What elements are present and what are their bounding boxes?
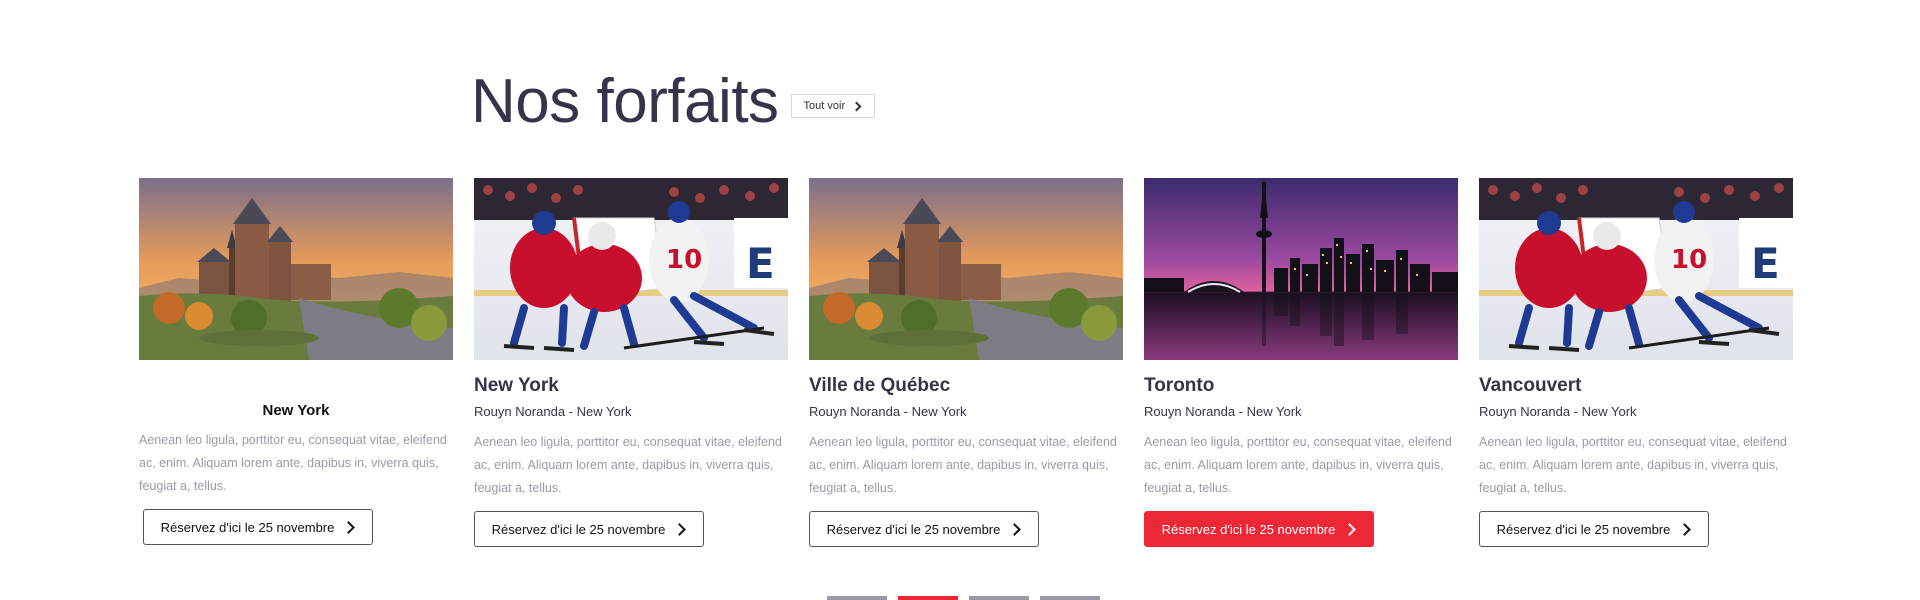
carousel-dot[interactable] [827, 596, 887, 600]
card-description: Aenean leo ligula, porttitor eu, consequ… [1479, 435, 1787, 495]
card-image[interactable]: E 10 [474, 178, 788, 360]
book-button-label: Réservez d'ici le 25 novembre [1161, 521, 1336, 537]
card-image[interactable] [809, 178, 1123, 360]
section-title: Nos forfaits [471, 67, 779, 136]
packages-carousel: New York Aenean leo ligula, porttitor eu,… [139, 178, 1793, 547]
card-route: Rouyn Noranda - New York [474, 404, 632, 419]
card-image[interactable] [1144, 178, 1458, 360]
card-description: Aenean leo ligula, porttitor eu, consequ… [139, 433, 447, 493]
package-card: New York Aenean leo ligula, porttitor eu,… [139, 178, 453, 547]
carousel-dot[interactable] [898, 596, 958, 600]
package-card: E 10 New York Rouyn Noranda - New York Aen… [474, 178, 788, 547]
chevron-right-icon [851, 101, 862, 111]
see-all-button[interactable]: Tout voir [790, 94, 876, 118]
chevron-right-icon [1343, 522, 1357, 536]
card-route: Rouyn Noranda - New York [1144, 404, 1302, 419]
book-button-label: Réservez d'ici le 25 novembre [160, 519, 335, 535]
book-button[interactable]: Réservez d'ici le 25 novembre [809, 511, 1039, 547]
card-description: Aenean leo ligula, porttitor eu, consequ… [474, 435, 782, 495]
package-card: Ville de Québec Rouyn Noranda - New York A… [809, 178, 1123, 547]
card-title: Toronto [1144, 375, 1215, 396]
card-title: New York [262, 402, 330, 419]
see-all-label: Tout voir [803, 100, 846, 112]
chevron-right-icon [1008, 522, 1022, 536]
card-image[interactable] [139, 178, 453, 360]
card-image[interactable]: E 10 [1479, 178, 1793, 360]
book-button-label: Réservez d'ici le 25 novembre [1496, 521, 1671, 537]
carousel-dot[interactable] [1040, 596, 1100, 600]
book-button[interactable]: Réservez d'ici le 25 novembre [1479, 511, 1709, 547]
carousel-dot[interactable] [969, 596, 1029, 600]
book-button-label: Réservez d'ici le 25 novembre [491, 521, 666, 537]
card-route: Rouyn Noranda - New York [809, 404, 967, 419]
card-title: Ville de Québec [809, 375, 951, 396]
svg-text:10: 10 [1671, 245, 1707, 275]
card-description: Aenean leo ligula, porttitor eu, consequ… [1144, 435, 1452, 495]
svg-text:E: E [1751, 239, 1780, 288]
book-button[interactable]: Réservez d'ici le 25 novembre [143, 509, 373, 545]
chevron-right-icon [342, 520, 356, 534]
package-card: E 10 Vancouvert Rouyn Noranda - New York A… [1479, 178, 1793, 547]
card-title: Vancouvert [1479, 375, 1582, 396]
card-route: Rouyn Noranda - New York [1479, 404, 1637, 419]
svg-text:E: E [746, 239, 775, 288]
card-description: Aenean leo ligula, porttitor eu, consequ… [809, 435, 1117, 495]
svg-text:10: 10 [666, 245, 702, 275]
book-button[interactable]: Réservez d'ici le 25 novembre [1144, 511, 1374, 547]
book-button[interactable]: Réservez d'ici le 25 novembre [474, 511, 704, 547]
chevron-right-icon [1678, 522, 1692, 536]
card-title: New York [474, 375, 559, 396]
book-button-label: Réservez d'ici le 25 novembre [826, 521, 1001, 537]
package-card: Toronto Rouyn Noranda - New York Aenean le… [1144, 178, 1458, 547]
chevron-right-icon [673, 522, 687, 536]
section-header: Nos forfaits Tout voir [471, 62, 876, 142]
